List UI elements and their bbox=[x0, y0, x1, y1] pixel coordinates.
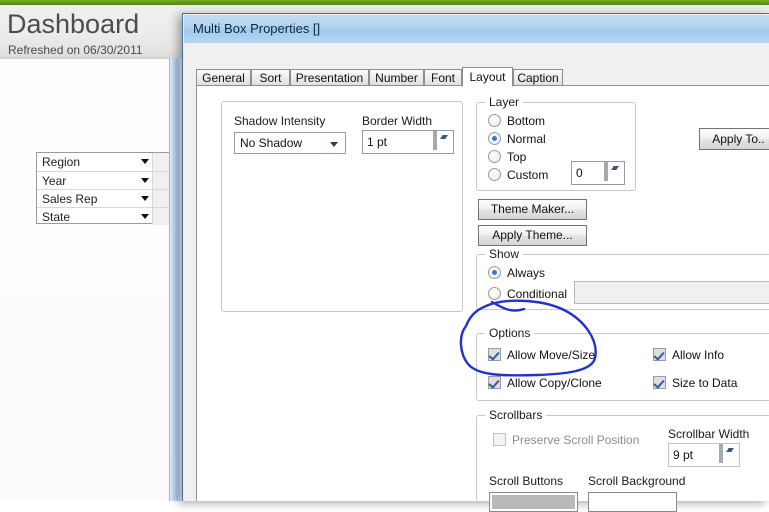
tab-caption[interactable]: Caption bbox=[513, 69, 563, 86]
chevron-down-icon[interactable] bbox=[141, 214, 149, 219]
radio-show-always[interactable]: Always bbox=[488, 266, 545, 280]
scrollbars-groupbox-title: Scrollbars bbox=[485, 408, 547, 422]
show-groupbox: Show Always Conditional bbox=[476, 247, 769, 310]
list-item-label: Sales Rep bbox=[42, 191, 98, 206]
stepper-down-icon[interactable] bbox=[435, 131, 448, 150]
layer-groupbox-title: Layer bbox=[485, 95, 524, 109]
border-width-stepper[interactable] bbox=[433, 131, 451, 152]
list-item-label: Year bbox=[42, 173, 67, 188]
scrollbar-width-label: Scrollbar Width bbox=[668, 427, 750, 441]
tab-sort[interactable]: Sort bbox=[251, 69, 290, 86]
checkbox-preserve-scroll-position[interactable]: Preserve Scroll Position bbox=[493, 433, 639, 447]
apply-to-button[interactable]: Apply To.. bbox=[699, 128, 769, 150]
tab-general[interactable]: General bbox=[196, 69, 251, 86]
radio-layer-bottom[interactable]: Bottom bbox=[488, 114, 545, 128]
chevron-down-icon[interactable] bbox=[330, 142, 338, 147]
stepper-down-icon[interactable] bbox=[606, 162, 619, 181]
dialog-title: Multi Box Properties [] bbox=[193, 21, 321, 36]
tabstrip[interactable]: General Sort Presentation Number Font La… bbox=[196, 67, 769, 87]
app-vertical-scrollbar-thumb[interactable] bbox=[170, 58, 180, 501]
chevron-down-icon[interactable] bbox=[141, 178, 149, 183]
show-conditional-input[interactable] bbox=[574, 281, 769, 304]
radio-show-conditional[interactable]: Conditional bbox=[488, 287, 567, 301]
scroll-background-color-swatch[interactable] bbox=[588, 492, 677, 512]
shadow-intensity-combo[interactable]: No Shadow bbox=[234, 132, 346, 154]
scrollbar-width-value: 9 pt bbox=[673, 448, 694, 462]
stepper-down-icon[interactable] bbox=[721, 444, 734, 463]
layout-tab-page: Apply To.. Shadow Intensity No Shadow Bo… bbox=[196, 86, 769, 512]
checkbox-allow-info[interactable]: Allow Info bbox=[653, 348, 724, 362]
tab-font[interactable]: Font bbox=[424, 69, 462, 86]
list-item-label: State bbox=[42, 209, 71, 224]
scroll-buttons-label: Scroll Buttons bbox=[489, 474, 564, 488]
layer-custom-spinner[interactable]: 0 bbox=[571, 161, 625, 185]
chevron-down-icon[interactable] bbox=[141, 196, 149, 201]
checkbox-size-to-data[interactable]: Size to Data bbox=[653, 376, 737, 390]
layer-custom-stepper[interactable] bbox=[604, 162, 622, 183]
radio-layer-custom[interactable]: Custom bbox=[488, 168, 548, 182]
radio-layer-top[interactable]: Top bbox=[488, 150, 526, 164]
dialog-titlebar[interactable]: Multi Box Properties [] bbox=[184, 15, 769, 43]
tab-presentation[interactable]: Presentation bbox=[290, 69, 369, 86]
shadow-intensity-label: Shadow Intensity bbox=[234, 114, 326, 128]
checkbox-allow-copy-clone[interactable]: Allow Copy/Clone bbox=[488, 376, 602, 390]
multi-box-properties-dialog: Multi Box Properties [] General Sort Pre… bbox=[182, 13, 769, 512]
refreshed-on-text: Refreshed on 06/30/2011 bbox=[8, 43, 143, 57]
page-title: Dashboard bbox=[7, 9, 140, 39]
scroll-buttons-color-swatch[interactable] bbox=[489, 492, 578, 512]
dialog-body: General Sort Presentation Number Font La… bbox=[184, 43, 769, 512]
layer-custom-value: 0 bbox=[576, 166, 583, 180]
layer-groupbox: Layer Bottom Normal Top Custom 0 bbox=[476, 95, 636, 191]
chevron-down-icon[interactable] bbox=[141, 159, 149, 164]
shadow-border-group: Shadow Intensity No Shadow Border Width … bbox=[221, 101, 463, 312]
theme-maker-button[interactable]: Theme Maker... bbox=[478, 199, 587, 220]
scrollbars-groupbox: Scrollbars Preserve Scroll Position Scro… bbox=[476, 408, 769, 512]
shadow-intensity-value: No Shadow bbox=[240, 136, 303, 150]
options-groupbox: Options Allow Move/Size Allow Info Allow… bbox=[476, 326, 769, 401]
show-groupbox-title: Show bbox=[485, 247, 524, 261]
border-width-value: 1 pt bbox=[367, 135, 388, 149]
scrollbar-width-spinner[interactable]: 9 pt bbox=[668, 443, 740, 467]
border-width-spinner[interactable]: 1 pt bbox=[362, 130, 454, 154]
checkbox-allow-move-size[interactable]: Allow Move/Size bbox=[488, 348, 595, 362]
border-width-label: Border Width bbox=[362, 114, 433, 128]
apply-theme-button[interactable]: Apply Theme... bbox=[478, 225, 587, 246]
list-item-label: Region bbox=[42, 155, 81, 169]
scroll-background-label: Scroll Background bbox=[588, 474, 686, 488]
tab-number[interactable]: Number bbox=[369, 69, 424, 86]
options-groupbox-title: Options bbox=[485, 326, 535, 340]
scrollbar-width-stepper[interactable] bbox=[719, 444, 737, 465]
radio-layer-normal[interactable]: Normal bbox=[488, 132, 546, 146]
tab-layout[interactable]: Layout bbox=[462, 67, 513, 87]
